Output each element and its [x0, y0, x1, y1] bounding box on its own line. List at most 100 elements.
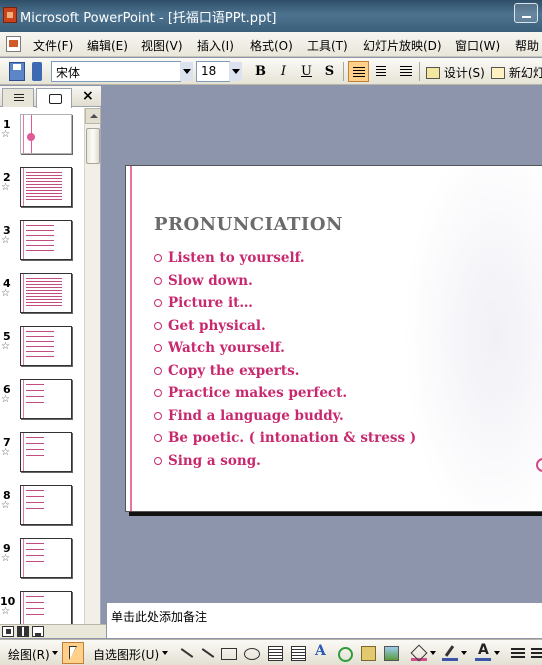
slide-thumbnail-row[interactable]: 7 ☆: [0, 430, 84, 483]
slide-thumbnail[interactable]: [20, 538, 72, 578]
slide-thumbnail[interactable]: [20, 379, 72, 419]
thumb-text: [26, 543, 44, 567]
minimize-button[interactable]: [514, 3, 538, 23]
font-color-icon[interactable]: [475, 642, 491, 661]
notes-pane[interactable]: 单击此处添加备注: [106, 602, 542, 638]
menu-help[interactable]: 帮助: [515, 37, 539, 54]
menu-view[interactable]: 视图(V): [141, 37, 183, 54]
align-center-button[interactable]: [371, 61, 392, 82]
design-label: 设计(S): [443, 66, 485, 80]
diagram-icon[interactable]: [336, 645, 353, 662]
wordart-icon[interactable]: [313, 643, 329, 661]
line-color-dropdown-icon[interactable]: [461, 651, 467, 655]
draw-menu-button[interactable]: 绘图(R): [8, 646, 50, 663]
bullet-item: Watch yourself.: [154, 340, 416, 363]
powerpoint-app-icon[interactable]: [3, 7, 17, 23]
menu-insert[interactable]: 插入(I): [197, 37, 234, 54]
slide-thumbnail-row[interactable]: 5 ☆: [0, 324, 84, 377]
new-slide-button[interactable]: 新幻灯: [491, 64, 542, 81]
save-icon[interactable]: [9, 62, 25, 81]
rectangle-icon[interactable]: [220, 645, 237, 661]
font-name-select[interactable]: 宋体: [51, 61, 181, 82]
close-pane-icon[interactable]: ×: [82, 88, 94, 104]
slide-thumbnail[interactable]: [20, 485, 72, 525]
normal-view-icon[interactable]: [2, 626, 14, 637]
textbox-icon[interactable]: [267, 645, 283, 661]
menu-edit[interactable]: 编辑(E): [87, 37, 128, 54]
notes-placeholder[interactable]: 单击此处添加备注: [111, 608, 207, 625]
slide-thumbnail-row[interactable]: 8 ☆: [0, 483, 84, 536]
scroll-up-icon[interactable]: [85, 108, 101, 124]
align-left-button[interactable]: [348, 61, 369, 82]
slide-thumbnail[interactable]: [20, 167, 72, 207]
slide-thumbnail[interactable]: [20, 432, 72, 472]
slide-title[interactable]: PRONUNCIATION: [154, 214, 343, 235]
insert-picture-icon[interactable]: [383, 645, 399, 661]
slides-tab[interactable]: [36, 88, 72, 108]
thumb-text: [26, 596, 44, 620]
slide-thumbnail-row[interactable]: 9 ☆: [0, 536, 84, 589]
select-objects-icon[interactable]: [62, 642, 84, 664]
scrollbar-thumb[interactable]: [86, 128, 100, 164]
slide-thumbnail-row[interactable]: 1 ☆: [0, 112, 84, 165]
line-color-icon[interactable]: [442, 645, 458, 661]
menu-file[interactable]: 文件(F): [33, 37, 73, 54]
autoshapes-dropdown-icon[interactable]: [162, 651, 168, 655]
slideshow-view-icon[interactable]: [32, 626, 44, 637]
slide-thumbnail-row[interactable]: 6 ☆: [0, 377, 84, 430]
slide-thumbnail[interactable]: [20, 273, 72, 313]
dash-style-icon[interactable]: [530, 645, 542, 661]
font-color-dropdown-icon[interactable]: [494, 651, 500, 655]
slide-sorter-view-icon[interactable]: [17, 626, 29, 637]
animation-star-icon: ☆: [1, 553, 10, 564]
slide-canvas[interactable]: PRONUNCIATION Listen to yourself. Slow d…: [125, 165, 542, 512]
shadow-button[interactable]: S: [319, 61, 340, 82]
fill-color-dropdown-icon[interactable]: [430, 651, 436, 655]
clipart-icon[interactable]: [360, 645, 376, 661]
bold-button[interactable]: B: [250, 61, 271, 82]
view-buttons: [0, 624, 106, 638]
slide-bullet-list[interactable]: Listen to yourself. Slow down. Picture i…: [154, 250, 416, 475]
menu-format[interactable]: 格式(O): [250, 37, 293, 54]
animation-star-icon: ☆: [1, 129, 10, 140]
italic-button[interactable]: I: [273, 61, 294, 82]
slide-thumbnail-row[interactable]: 4 ☆: [0, 271, 84, 324]
slide-thumbnail[interactable]: [20, 326, 72, 366]
document-icon[interactable]: [6, 36, 21, 52]
arrow-icon[interactable]: [199, 645, 215, 661]
slide-thumbnail[interactable]: [20, 114, 72, 154]
bullet-item: Slow down.: [154, 273, 416, 296]
slide-background-glow: [404, 166, 542, 511]
thumbnail-scrollbar[interactable]: [84, 108, 101, 624]
menu-tools[interactable]: 工具(T): [307, 37, 348, 54]
line-style-icon[interactable]: [510, 645, 526, 661]
slide-thumbnail[interactable]: [20, 220, 72, 260]
autoshapes-button[interactable]: 自选图形(U): [93, 646, 159, 663]
slide-thumbnail[interactable]: [20, 591, 72, 624]
line-icon[interactable]: [178, 645, 194, 661]
animation-star-icon: ☆: [1, 182, 10, 193]
align-right-button[interactable]: [394, 61, 415, 82]
font-size-select[interactable]: 18: [196, 61, 230, 82]
font-size-dropdown-icon[interactable]: [229, 62, 242, 81]
fill-color-icon[interactable]: [411, 645, 427, 661]
new-slide-label: 新幻灯: [508, 66, 542, 80]
font-name-dropdown-icon[interactable]: [180, 62, 193, 81]
align-left-icon: [353, 67, 365, 77]
toolbar-separator: [419, 62, 420, 81]
thumb-text: [26, 225, 54, 255]
slide-thumbnail-row[interactable]: 10 ☆: [0, 589, 84, 624]
oval-icon[interactable]: [243, 645, 260, 661]
slides-pane: × 1 ☆ 2 ☆ 3 ☆ 4 ☆ 5 ☆ 6 ☆ 7 ☆ 8 ☆ 9 ☆ 10…: [0, 86, 101, 624]
vertical-textbox-icon[interactable]: [290, 645, 306, 661]
toolbar-options-icon[interactable]: [32, 62, 42, 81]
menu-window[interactable]: 窗口(W): [455, 37, 500, 54]
underline-button[interactable]: U: [296, 61, 317, 82]
slide-thumbnail-row[interactable]: 2 ☆: [0, 165, 84, 218]
draw-dropdown-icon[interactable]: [52, 651, 58, 655]
slide-thumbnail-row[interactable]: 3 ☆: [0, 218, 84, 271]
design-button[interactable]: 设计(S): [426, 64, 485, 81]
pane-tabs: ×: [0, 86, 101, 108]
menu-slideshow[interactable]: 幻灯片放映(D): [363, 37, 442, 54]
outline-tab[interactable]: [2, 88, 34, 107]
